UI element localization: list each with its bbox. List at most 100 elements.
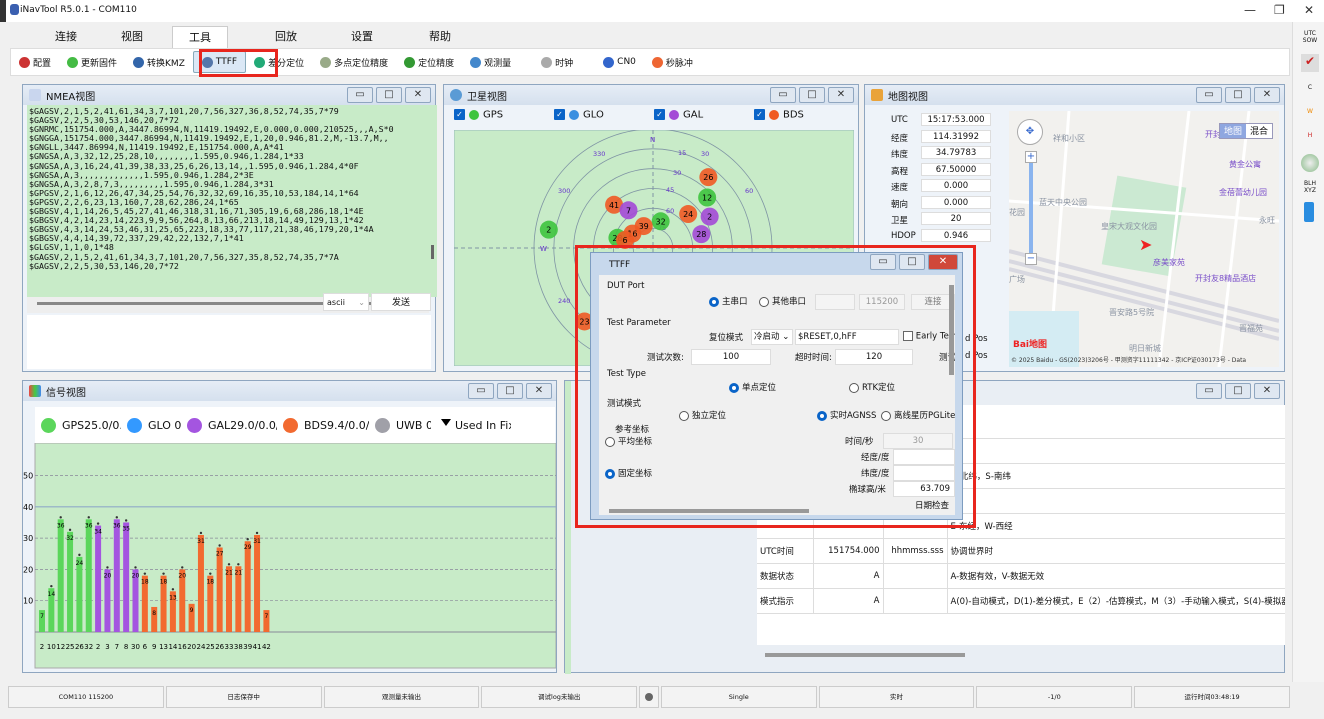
close-icon[interactable]: ✕ <box>1254 383 1280 399</box>
radio-rtk[interactable]: RTK定位 <box>849 381 895 393</box>
satellite-bds[interactable]: 26 <box>699 168 718 187</box>
mode-map[interactable]: 地图 <box>1220 124 1247 138</box>
close-icon[interactable]: ✕ <box>928 254 958 270</box>
filter-gps[interactable]: ✓ GPS <box>454 109 503 121</box>
utc-sow-button[interactable]: UTC SOW <box>1301 30 1319 44</box>
toolbar-button-7[interactable]: 观测量 <box>462 51 519 73</box>
table-hscroll[interactable] <box>765 653 965 657</box>
send-input[interactable] <box>27 315 431 369</box>
check-icon[interactable]: ✔ <box>1301 54 1319 72</box>
encoding-select[interactable]: ascii ⌄ <box>323 293 369 311</box>
maximize-icon[interactable]: □ <box>1225 87 1251 103</box>
radio-fixed[interactable]: 固定坐标 <box>605 467 652 479</box>
table-row[interactable]: UTC时间 151754.000 hhmmss.sss 协调世界时 <box>757 538 1285 564</box>
reset-mode-select[interactable]: 冷启动 ⌄ <box>751 329 793 345</box>
satellite-gal[interactable]: 7 <box>619 201 638 220</box>
toolbar-button-9[interactable]: CN0 <box>595 51 644 73</box>
radio-agnss[interactable]: 实时AGNSS <box>817 409 876 421</box>
close-icon[interactable]: ✕ <box>526 383 552 399</box>
zoom-out-button[interactable]: − <box>1025 253 1037 265</box>
menu-tab-view[interactable]: 视图 <box>92 26 172 48</box>
maximize-icon[interactable]: □ <box>376 87 402 103</box>
toolbar-button-0[interactable]: 配置 <box>11 51 59 73</box>
maximize-icon[interactable]: □ <box>1225 383 1251 399</box>
satellite-bds[interactable]: 24 <box>679 205 698 224</box>
maximize-icon[interactable]: □ <box>497 383 523 399</box>
lon-input[interactable] <box>893 449 955 465</box>
satellite-gps[interactable]: 32 <box>651 212 670 231</box>
radio-main-port[interactable]: 主串口 <box>709 295 748 307</box>
close-icon[interactable]: ✕ <box>828 87 854 103</box>
satellite-gal[interactable]: 28 <box>692 225 711 244</box>
checkbox-icon[interactable]: ✓ <box>454 109 465 120</box>
minimize-icon[interactable]: ▭ <box>1196 383 1222 399</box>
filter-bds[interactable]: ✓ BDS <box>754 109 804 121</box>
minimize-icon[interactable]: ▭ <box>1196 87 1222 103</box>
zoom-in-button[interactable]: + <box>1025 151 1037 163</box>
dialog-hscroll[interactable] <box>609 509 809 513</box>
minimize-icon[interactable]: ▭ <box>347 87 373 103</box>
dialog-vscroll[interactable] <box>949 285 954 375</box>
nmea-log[interactable]: $GAGSV,2,1,5,2,41,61,34,3,7,101,20,7,56,… <box>27 105 429 297</box>
radio-standalone[interactable]: 独立定位 <box>679 409 726 421</box>
close-icon[interactable]: ✕ <box>405 87 431 103</box>
baud-select[interactable]: 115200 <box>859 294 905 310</box>
height-input[interactable]: 63.709 <box>893 481 955 497</box>
toolbar-button-10[interactable]: 秒脉冲 <box>644 51 701 73</box>
menu-tab-tools[interactable]: 工具 <box>172 26 228 48</box>
radio-other-port[interactable]: 其他串口 <box>759 295 806 307</box>
maximize-icon[interactable]: □ <box>799 87 825 103</box>
early-term-checkbox[interactable]: Early Term <box>903 331 955 342</box>
checkbox-icon[interactable]: ✓ <box>754 109 765 120</box>
zoom-slider[interactable] <box>1029 163 1033 253</box>
satellite-bds[interactable]: 6 <box>616 230 635 249</box>
lat-input[interactable] <box>893 465 955 481</box>
radio-pglite[interactable]: 离线星历PGLite <box>881 409 955 421</box>
map-view[interactable]: 祥和小区 黄金公寓 蓝天中央公园 金蓓蕾幼儿园 花园 皇宋大观文化园 永旺 彦美家苑 开封友8精… <box>1009 111 1279 367</box>
satellite-gal[interactable]: 2 <box>700 207 719 226</box>
maximize-icon[interactable]: □ <box>899 254 925 270</box>
menu-tab-help[interactable]: 帮助 <box>400 26 480 48</box>
port-select[interactable] <box>815 294 855 310</box>
menu-tab-playback[interactable]: 回放 <box>246 26 326 48</box>
toolbar-button-5[interactable]: 多点定位精度 <box>312 51 396 73</box>
restore-button[interactable]: ❐ <box>1274 3 1285 17</box>
satellite-gps[interactable]: 12 <box>698 188 717 207</box>
minimize-icon[interactable]: ▭ <box>870 254 896 270</box>
checkbox-icon[interactable]: ✓ <box>554 109 565 120</box>
toolbar-button-4[interactable]: 差分定位 <box>246 51 312 73</box>
mode-hybrid[interactable]: 混合 <box>1246 124 1273 138</box>
menu-tab-settings[interactable]: 设置 <box>322 26 402 48</box>
toolbar-button-2[interactable]: 转换KMZ <box>125 51 193 73</box>
checkbox-icon[interactable]: ✓ <box>654 109 665 120</box>
table-row[interactable]: 数据状态 A A-数据有效，V-数据无效 <box>757 563 1285 589</box>
close-button[interactable]: ✕ <box>1304 3 1314 17</box>
filter-gal[interactable]: ✓ GAL <box>654 109 703 121</box>
nmea-vscroll[interactable] <box>429 105 437 297</box>
thermo-w-button[interactable]: W <box>1301 108 1319 115</box>
toolbar-button-6[interactable]: 定位精度 <box>396 51 462 73</box>
minimize-icon[interactable]: ▭ <box>770 87 796 103</box>
count-input[interactable]: 100 <box>691 349 771 365</box>
thermo-h-button[interactable]: H <box>1301 132 1319 139</box>
time-input[interactable]: 30 <box>883 433 953 449</box>
filter-glo[interactable]: ✓ GLO <box>554 109 604 121</box>
timeout-input[interactable]: 120 <box>835 349 913 365</box>
toolbar-button-8[interactable]: 时钟 <box>533 51 581 73</box>
thermo-c-button[interactable]: C <box>1301 84 1319 91</box>
minimize-button[interactable]: — <box>1244 3 1256 17</box>
table-row[interactable]: 模式指示 A A(0)-自动模式，D(1)-差分模式，E（2）-估算模式，M（3）-… <box>757 588 1285 614</box>
cylinder-icon[interactable] <box>1304 202 1314 222</box>
pan-control[interactable]: ✥ <box>1017 119 1043 145</box>
satellite-gps[interactable]: 2 <box>539 220 558 239</box>
close-icon[interactable]: ✕ <box>1254 87 1280 103</box>
sphere-icon[interactable] <box>1301 154 1319 172</box>
send-button[interactable]: 发送 <box>371 293 431 311</box>
blh-xyz-button[interactable]: BLH XYZ <box>1301 180 1319 194</box>
reset-command-input[interactable]: $RESET,0,hFF <box>795 329 899 345</box>
radio-single[interactable]: 单点定位 <box>729 381 776 393</box>
toolbar-button-3[interactable]: TTFF <box>192 51 247 73</box>
minimize-icon[interactable]: ▭ <box>468 383 494 399</box>
toolbar-button-1[interactable]: 更新固件 <box>59 51 125 73</box>
radio-average[interactable]: 平均坐标 <box>605 435 652 447</box>
